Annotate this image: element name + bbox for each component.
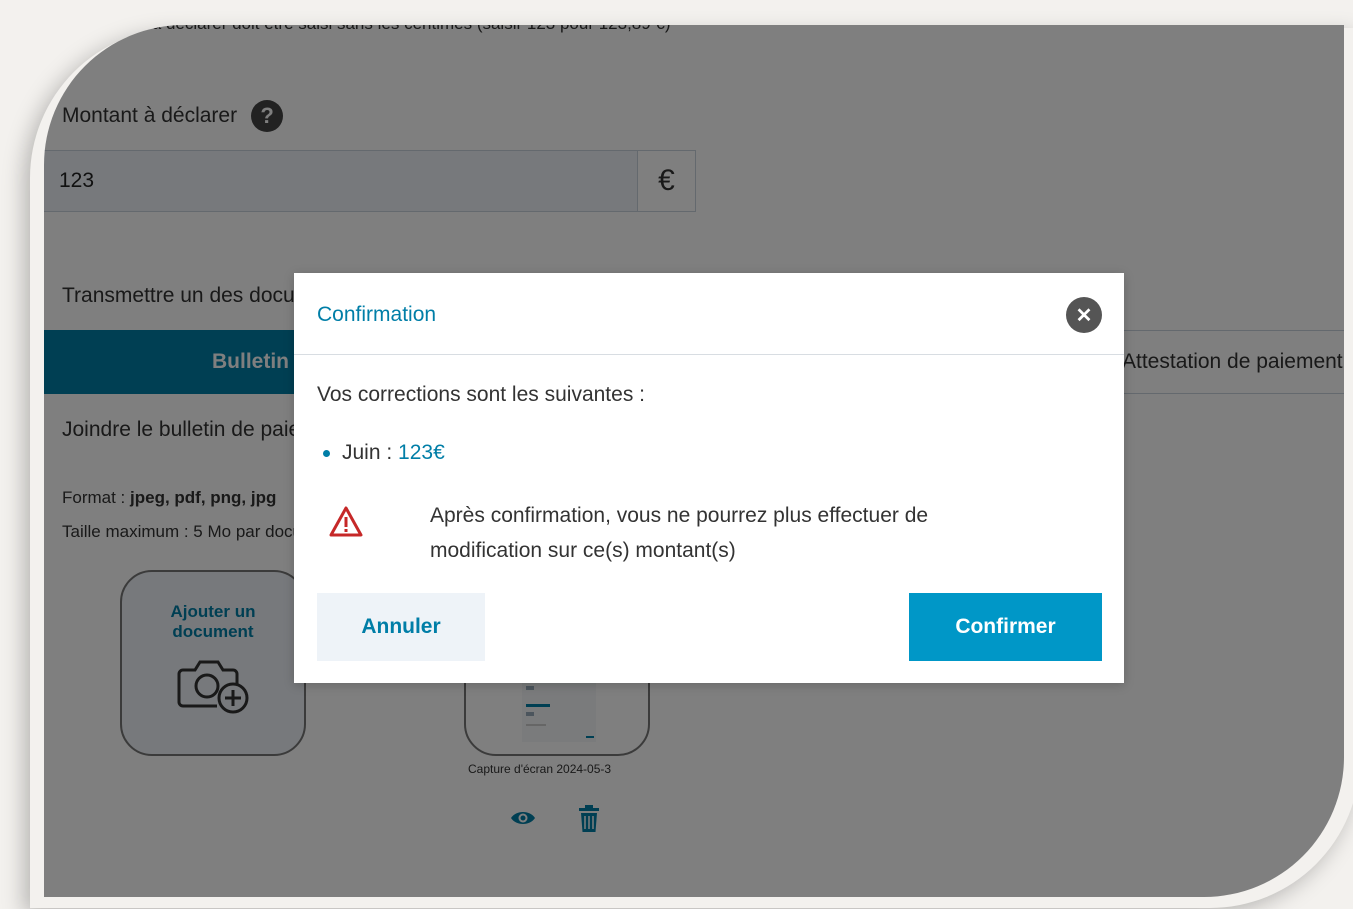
corrections-list: Juin : 123€ bbox=[317, 441, 445, 465]
corrections-intro: Vos corrections sont les suivantes : bbox=[317, 383, 645, 406]
warning-text: Après confirmation, vous ne pourrez plus… bbox=[430, 504, 929, 562]
cancel-button[interactable]: Annuler bbox=[317, 593, 485, 661]
correction-month: Juin bbox=[342, 441, 381, 464]
confirm-button[interactable]: Confirmer bbox=[909, 593, 1102, 661]
correction-amount: 123€ bbox=[398, 441, 445, 464]
close-icon[interactable]: ✕ bbox=[1066, 297, 1102, 333]
dialog-title: Confirmation bbox=[317, 303, 437, 326]
confirmation-dialog: Confirmation ✕ Vos corrections sont les … bbox=[294, 273, 1124, 683]
correction-separator: : bbox=[380, 441, 399, 464]
warning-triangle-icon bbox=[329, 506, 363, 537]
bullet bbox=[323, 449, 330, 457]
dialog-header: Confirmation ✕ bbox=[294, 273, 1124, 355]
list-item: Juin : 123€ bbox=[317, 441, 445, 465]
